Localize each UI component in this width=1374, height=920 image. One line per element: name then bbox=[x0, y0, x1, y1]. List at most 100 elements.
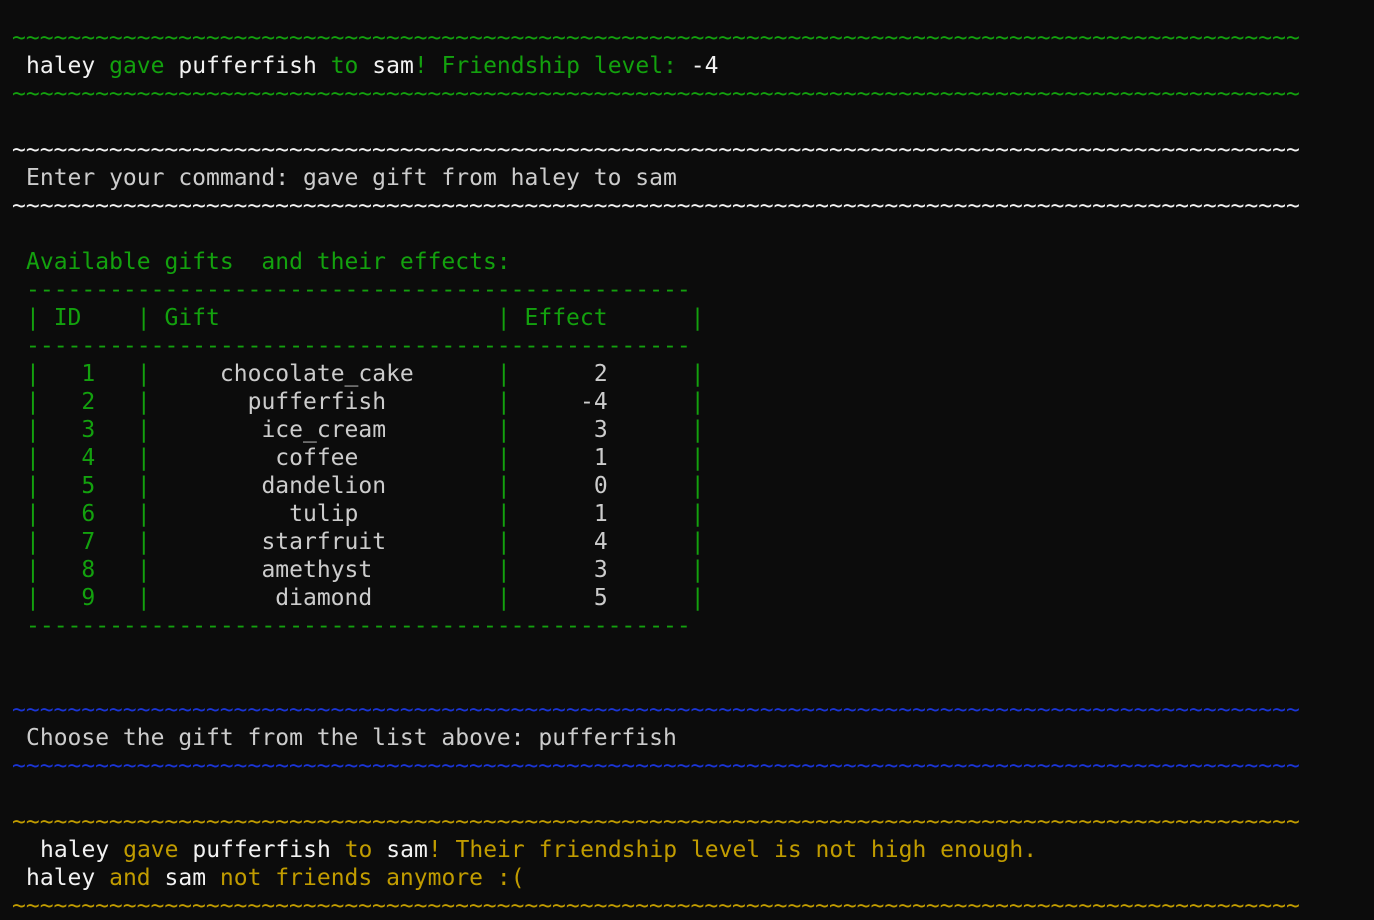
gift-name-cell: pufferfish bbox=[247, 389, 387, 415]
table-border: | bbox=[690, 361, 705, 387]
table-border: | bbox=[136, 361, 151, 387]
table-border: | bbox=[26, 361, 40, 387]
gift-result-line: haley gave pufferfish to sam! Friendship… bbox=[12, 52, 1362, 80]
gift-name: pufferfish bbox=[178, 53, 317, 79]
separator: ~~~~~~~~~~~~~~~~~~~~~~~~~~~~~~~~~~~~~~~~… bbox=[12, 25, 1300, 51]
table-row: | 6 | tulip | 1 | bbox=[12, 500, 1362, 528]
gift-name-cell: tulip bbox=[289, 501, 359, 527]
table-row: | 8 | amethyst | 3 | bbox=[12, 556, 1362, 584]
table-border: | bbox=[26, 557, 40, 583]
gift-effect-cell: -4 bbox=[579, 389, 608, 415]
table-border: | bbox=[26, 473, 40, 499]
warning-message: ! Their friendship level is not high eno… bbox=[427, 837, 1038, 863]
table-border: | bbox=[26, 529, 40, 555]
gift-id-cell: 7 bbox=[81, 529, 96, 555]
table-border: | bbox=[690, 585, 705, 611]
table-row: | 2 | pufferfish | -4 | bbox=[12, 388, 1362, 416]
gift-name-cell: coffee bbox=[275, 445, 359, 471]
gift-name-cell: ice_cream bbox=[261, 417, 387, 443]
gift-name-cell: diamond bbox=[275, 585, 373, 611]
table-border: | bbox=[496, 501, 511, 527]
gift-effect-cell: 1 bbox=[593, 501, 608, 527]
table-border: | bbox=[496, 361, 511, 387]
gift-name: pufferfish bbox=[192, 837, 331, 863]
table-border: | bbox=[136, 585, 151, 611]
table-border: | bbox=[690, 417, 705, 443]
table-border: | bbox=[136, 557, 151, 583]
separator: ~~~~~~~~~~~~~~~~~~~~~~~~~~~~~~~~~~~~~~~~… bbox=[12, 893, 1300, 919]
bang-text: ! bbox=[413, 53, 428, 79]
table-border: | bbox=[26, 417, 40, 443]
table-row: | 5 | dandelion | 0 | bbox=[12, 472, 1362, 500]
receiver-name: sam bbox=[386, 837, 428, 863]
gift-effect-cell: 2 bbox=[593, 361, 608, 387]
table-border: | bbox=[690, 557, 705, 583]
table-header: | ID | Gift | Effect | bbox=[26, 305, 705, 331]
gift-name-cell: amethyst bbox=[261, 557, 373, 583]
gift-id-cell: 3 bbox=[81, 417, 96, 443]
table-border: | bbox=[136, 501, 151, 527]
gift-effect-cell: 3 bbox=[593, 557, 608, 583]
gift-effect-cell: 4 bbox=[593, 529, 608, 555]
table-border: | bbox=[496, 417, 511, 443]
separator: ~~~~~~~~~~~~~~~~~~~~~~~~~~~~~~~~~~~~~~~~… bbox=[12, 81, 1300, 107]
to-text: to bbox=[330, 53, 359, 79]
separator: ~~~~~~~~~~~~~~~~~~~~~~~~~~~~~~~~~~~~~~~~… bbox=[12, 697, 1300, 723]
receiver-name: sam bbox=[372, 53, 414, 79]
gift-effect-cell: 1 bbox=[593, 445, 608, 471]
table-border: | bbox=[136, 417, 151, 443]
command-prompt: Enter your command: gave gift from haley… bbox=[26, 165, 677, 191]
and-text: and bbox=[109, 865, 151, 891]
table-border: | bbox=[136, 389, 151, 415]
gifts-title: Available gifts and their effects: bbox=[26, 249, 511, 275]
table-border: | bbox=[26, 585, 40, 611]
gift-rows: | 1 | chocolate_cake | 2 | | 2 | pufferfi… bbox=[12, 360, 1362, 612]
to-text: to bbox=[344, 837, 373, 863]
table-border: | bbox=[690, 389, 705, 415]
gift-id-cell: 6 bbox=[81, 501, 96, 527]
table-border: | bbox=[690, 473, 705, 499]
table-border: | bbox=[496, 529, 511, 555]
choose-gift-prompt: Choose the gift from the list above: puf… bbox=[26, 725, 677, 751]
gift-id-cell: 8 bbox=[81, 557, 96, 583]
table-border: | bbox=[496, 585, 511, 611]
verb-text: gave bbox=[109, 53, 165, 79]
friendship-value: -4 bbox=[690, 53, 719, 79]
table-row: | 4 | coffee | 1 | bbox=[12, 444, 1362, 472]
ended-message: not friends anymore :( bbox=[219, 865, 525, 891]
table-border: | bbox=[136, 473, 151, 499]
gift-id-cell: 4 bbox=[81, 445, 96, 471]
gift-result-line: haley gave pufferfish to sam! Their frie… bbox=[12, 836, 1362, 864]
table-border: | bbox=[690, 529, 705, 555]
table-border: | bbox=[496, 473, 511, 499]
gift-name-cell: starfruit bbox=[261, 529, 387, 555]
gift-id-cell: 1 bbox=[81, 361, 96, 387]
table-border: | bbox=[136, 529, 151, 555]
separator: ~~~~~~~~~~~~~~~~~~~~~~~~~~~~~~~~~~~~~~~~… bbox=[12, 193, 1300, 219]
terminal-output: ~~~~~~~~~~~~~~~~~~~~~~~~~~~~~~~~~~~~~~~~… bbox=[12, 24, 1362, 920]
table-border: | bbox=[690, 445, 705, 471]
gift-effect-cell: 3 bbox=[593, 417, 608, 443]
table-row: | 3 | ice_cream | 3 | bbox=[12, 416, 1362, 444]
receiver-name: sam bbox=[164, 865, 207, 891]
table-row: | 7 | starfruit | 4 | bbox=[12, 528, 1362, 556]
table-rule: ----------------------------------------… bbox=[26, 613, 691, 639]
separator: ~~~~~~~~~~~~~~~~~~~~~~~~~~~~~~~~~~~~~~~~… bbox=[12, 753, 1300, 779]
giver-name: haley bbox=[26, 53, 96, 79]
table-rule: ----------------------------------------… bbox=[26, 277, 691, 303]
table-border: | bbox=[136, 445, 151, 471]
gift-effect-cell: 5 bbox=[593, 585, 608, 611]
table-border: | bbox=[26, 445, 40, 471]
table-border: | bbox=[496, 389, 511, 415]
giver-name: haley bbox=[26, 865, 96, 891]
table-border: | bbox=[690, 501, 705, 527]
gift-effect-cell: 0 bbox=[593, 473, 608, 499]
table-border: | bbox=[26, 389, 40, 415]
table-border: | bbox=[496, 557, 511, 583]
separator: ~~~~~~~~~~~~~~~~~~~~~~~~~~~~~~~~~~~~~~~~… bbox=[12, 809, 1300, 835]
separator: ~~~~~~~~~~~~~~~~~~~~~~~~~~~~~~~~~~~~~~~~… bbox=[12, 137, 1300, 163]
gift-id-cell: 5 bbox=[81, 473, 96, 499]
table-row: | 1 | chocolate_cake | 2 | bbox=[12, 360, 1362, 388]
friendship-ended-line: haley and sam not friends anymore :( bbox=[12, 864, 1362, 892]
gift-id-cell: 9 bbox=[81, 585, 96, 611]
